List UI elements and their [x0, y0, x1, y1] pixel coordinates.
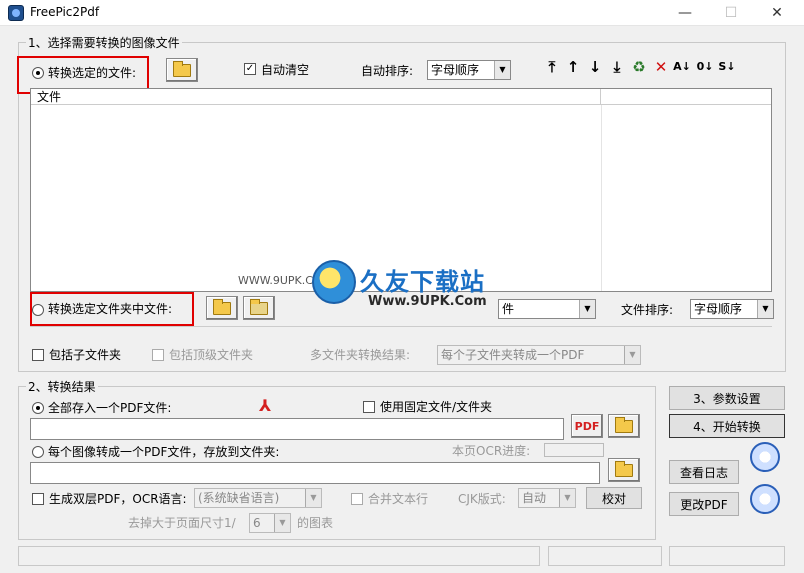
change-pdf-button[interactable]: 更改PDF	[669, 492, 739, 516]
cjk-select[interactable]: 自动 ▼	[518, 488, 576, 508]
browse-folder-button[interactable]	[243, 296, 275, 320]
chevron-down-icon: ▼	[624, 346, 640, 364]
double-layer-checkbox[interactable]	[32, 493, 44, 505]
folder-open-icon	[173, 60, 191, 77]
watermark-brand: 久友下载站	[360, 268, 485, 296]
chevron-down-icon: ▼	[559, 489, 575, 507]
auto-clear-checkbox[interactable]: ✓	[244, 63, 256, 75]
cjk-value: 自动	[522, 491, 547, 505]
auto-sort-label: 自动排序:	[361, 64, 414, 78]
open-output-folder-button[interactable]	[608, 458, 640, 482]
double-layer-label: 生成双层PDF，OCR语言:	[49, 492, 187, 506]
close-button[interactable]: ✕	[754, 0, 800, 26]
chevron-down-icon: ▼	[305, 489, 321, 507]
radio-convert-files-label: 转换选定的文件:	[48, 66, 137, 80]
remove-larger-prefix-label: 去掉大于页面尺寸1/	[128, 516, 236, 530]
sort-s-icon[interactable]: S↓	[718, 58, 736, 76]
watermark: WWW.9UPK.COM 久友下载站 Www.9UPK.Com	[238, 260, 498, 320]
radio-convert-files[interactable]	[32, 67, 44, 79]
folder-open-icon	[615, 416, 633, 433]
pdf-file-button[interactable]: PDF	[571, 414, 603, 438]
move-down-icon[interactable]: ↓	[586, 58, 604, 76]
use-fixed-label: 使用固定文件/文件夹	[380, 400, 493, 414]
app-icon	[8, 5, 24, 21]
radio-convert-folder-label: 转换选定文件夹中文件:	[48, 302, 173, 316]
ocr-progress-label: 本页OCR进度:	[452, 444, 531, 458]
view-log-button[interactable]: 查看日志	[669, 460, 739, 484]
remove-larger-select[interactable]: 6 ▼	[249, 513, 291, 533]
multi-folder-result-label: 多文件夹转换结果:	[310, 348, 411, 362]
sort-az-icon[interactable]: A↓	[673, 58, 691, 76]
folder-path-select[interactable]: 件 ▼	[498, 299, 596, 319]
file-sort-select[interactable]: 字母顺序 ▼	[690, 299, 774, 319]
chevron-down-icon: ▼	[274, 514, 290, 532]
folder-open-icon	[615, 460, 633, 477]
status-pane-main	[18, 546, 540, 566]
settings-button[interactable]: 3、参数设置	[669, 386, 785, 410]
ocr-progress-bar	[544, 443, 604, 457]
acrobat-icon: ⅄	[259, 396, 272, 415]
include-top-folder-label: 包括顶级文件夹	[169, 348, 254, 362]
pdf-editor-icon[interactable]	[750, 484, 780, 514]
merge-text-lines-checkbox[interactable]	[351, 493, 363, 505]
log-viewer-icon[interactable]	[750, 442, 780, 472]
auto-clear-label: 自动清空	[261, 63, 310, 77]
radio-each-pdf-label: 每个图像转成一个PDF文件，存放到文件夹:	[48, 445, 280, 459]
use-fixed-checkbox[interactable]	[363, 401, 375, 413]
recycle-icon[interactable]: ♻	[630, 58, 648, 76]
ocr-language-select[interactable]: (系统缺省语言) ▼	[194, 488, 322, 508]
status-pane-extra	[669, 546, 785, 566]
window-title: FreePic2Pdf	[30, 5, 100, 19]
move-up-icon[interactable]: ↑	[564, 58, 582, 76]
watermark-url: Www.9UPK.Com	[368, 294, 487, 309]
remove-larger-value: 6	[253, 516, 261, 530]
folder-open-icon	[213, 298, 231, 315]
status-pane-progress	[548, 546, 662, 566]
column-header-extra[interactable]	[601, 89, 771, 105]
group1-title: 1、选择需要转换的图像文件	[26, 36, 182, 50]
chevron-down-icon: ▼	[757, 300, 773, 318]
watermark-logo-icon	[312, 260, 356, 304]
divider	[30, 326, 772, 327]
open-pdf-folder-button[interactable]	[608, 414, 640, 438]
multi-folder-result-select[interactable]: 每个子文件夹转成一个PDF ▼	[437, 345, 641, 365]
start-convert-button[interactable]: 4、开始转换	[669, 414, 785, 438]
title-bar: FreePic2Pdf — ☐ ✕	[0, 0, 804, 26]
move-top-icon[interactable]: ⤒	[543, 58, 561, 76]
radio-single-pdf[interactable]	[32, 402, 44, 414]
sort-09-icon[interactable]: 0↓	[696, 58, 714, 76]
radio-convert-folder[interactable]	[32, 304, 44, 316]
minimize-button[interactable]: —	[662, 0, 708, 26]
folder-path-value: 件	[502, 302, 515, 316]
radio-each-pdf[interactable]	[32, 446, 44, 458]
each-pdf-folder-input[interactable]	[30, 462, 600, 484]
ocr-language-value: (系统缺省语言)	[198, 491, 280, 505]
include-top-folder-checkbox[interactable]	[152, 349, 164, 361]
folder-browse-icon	[250, 298, 268, 315]
maximize-button[interactable]: ☐	[708, 0, 754, 26]
file-sort-label: 文件排序:	[621, 303, 674, 317]
delete-icon[interactable]: ✕	[652, 58, 670, 76]
open-files-button[interactable]	[166, 58, 198, 82]
pdf-file-icon: PDF	[574, 419, 600, 433]
chevron-down-icon: ▼	[579, 300, 595, 318]
group2-title: 2、转换结果	[26, 380, 98, 394]
auto-sort-select[interactable]: 字母顺序 ▼	[427, 60, 511, 80]
remove-larger-suffix-label: 的图表	[297, 516, 334, 530]
cjk-label: CJK版式:	[458, 492, 506, 506]
include-subfolders-checkbox[interactable]	[32, 349, 44, 361]
column-divider	[601, 105, 602, 291]
radio-single-pdf-label: 全部存入一个PDF文件:	[48, 401, 172, 415]
file-sort-value: 字母顺序	[694, 302, 743, 316]
open-folder-button[interactable]	[206, 296, 238, 320]
merge-text-lines-label: 合并文本行	[368, 492, 429, 506]
multi-folder-result-value: 每个子文件夹转成一个PDF	[441, 348, 585, 362]
chevron-down-icon: ▼	[494, 61, 510, 79]
single-pdf-path-input[interactable]	[30, 418, 564, 440]
auto-sort-value: 字母顺序	[431, 63, 480, 77]
column-header-file[interactable]: 文件	[31, 89, 601, 105]
proofread-button[interactable]: 校对	[586, 487, 642, 509]
move-bottom-icon[interactable]: ⤓	[608, 58, 626, 76]
include-subfolders-label: 包括子文件夹	[49, 348, 122, 362]
